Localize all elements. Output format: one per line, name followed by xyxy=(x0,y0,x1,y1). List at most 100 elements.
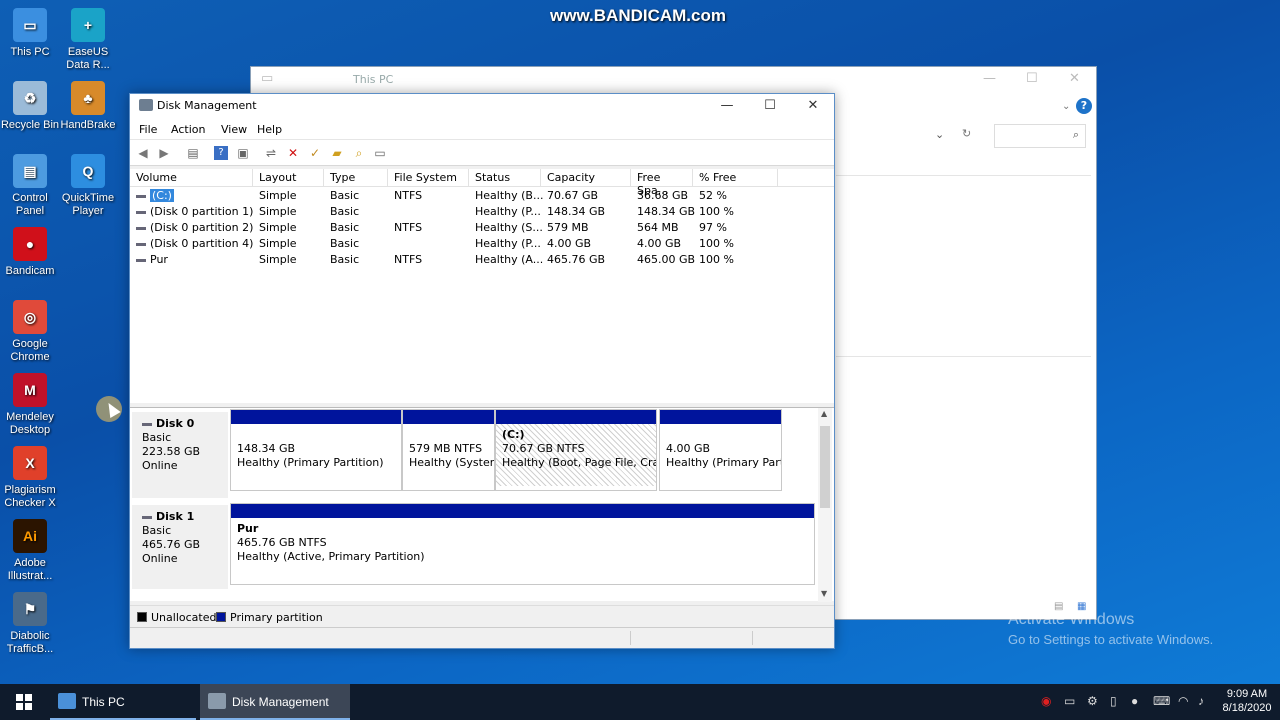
disk-management-window[interactable]: Disk Management — ☐ ✕ File Action View H… xyxy=(129,93,835,649)
menu-file[interactable]: File xyxy=(139,123,157,136)
col-layout[interactable]: Layout xyxy=(253,169,324,187)
menu-help[interactable]: Help xyxy=(257,123,282,136)
desktop-icon[interactable]: ◎ Google Chrome xyxy=(0,300,60,364)
chevron-down-icon[interactable]: ⌄ xyxy=(1062,101,1070,112)
show-hide-icon[interactable]: ▣ xyxy=(236,146,250,160)
search-folder-icon[interactable]: ⌕ xyxy=(352,146,366,160)
minimize-icon[interactable]: — xyxy=(983,71,996,86)
help-icon[interactable]: ? xyxy=(1076,98,1092,114)
partition-details: 579 MB NTFS Healthy (System xyxy=(403,424,494,486)
desktop-icon[interactable]: + EaseUS Data R... xyxy=(58,8,118,72)
desktop-icon[interactable]: ♻ Recycle Bin xyxy=(0,81,60,132)
partition-block[interactable]: 4.00 GB Healthy (Primary Parti xyxy=(659,409,782,491)
cell-pct: 100 % xyxy=(699,253,734,266)
col-type[interactable]: Type xyxy=(324,169,388,187)
partition-bar xyxy=(231,504,814,518)
table-row[interactable]: Pur Simple Basic NTFS Healthy (A... 465.76 GB… xyxy=(130,252,834,268)
cell-layout: Simple xyxy=(259,221,297,234)
col-status[interactable]: Status xyxy=(469,169,541,187)
ribbon: ⌄ xyxy=(836,97,1096,119)
help-icon[interactable]: ? xyxy=(214,146,228,160)
connect-icon[interactable]: ⇌ xyxy=(264,146,278,160)
desktop-icon[interactable]: Q QuickTime Player xyxy=(58,154,118,218)
scrollbar[interactable]: ▲ ▼ xyxy=(818,408,832,602)
scroll-down-icon[interactable]: ▼ xyxy=(821,589,827,598)
scroll-up-icon[interactable]: ▲ xyxy=(821,409,827,418)
table-row[interactable]: (Disk 0 partition 1) Simple Basic Healthy (… xyxy=(130,204,834,220)
usb-icon[interactable]: ▯ xyxy=(1110,694,1117,708)
maximize-icon[interactable]: ☐ xyxy=(1026,71,1038,86)
wifi-icon[interactable]: ◠ xyxy=(1178,694,1188,708)
partition-l2: 148.34 GB xyxy=(237,442,296,455)
table-row[interactable]: (Disk 0 partition 4) Simple Basic Healthy (… xyxy=(130,236,834,252)
partition-block[interactable]: 148.34 GB Healthy (Primary Partition) xyxy=(230,409,402,491)
partition-block[interactable]: 579 MB NTFS Healthy (System xyxy=(402,409,495,491)
taskbar: This PC Disk Management ◉ ▭ ⚙ ▯ ● ⌨ ◠ ♪ … xyxy=(0,684,1280,720)
col-file-system[interactable]: File System xyxy=(388,169,469,187)
properties-icon[interactable]: ▭ xyxy=(373,146,387,160)
partition-block[interactable]: (C:) 70.67 GB NTFS Healthy (Boot, Page Fil… xyxy=(495,409,657,491)
menu-action[interactable]: Action xyxy=(171,123,205,136)
this-pc-titlebar[interactable]: ▭ This PC — ☐ ✕ xyxy=(251,67,1096,93)
desktop-icon-label: Mendeley Desktop xyxy=(6,411,54,436)
scroll-thumb[interactable] xyxy=(820,426,830,508)
table-row[interactable]: (C:) Simple Basic NTFS Healthy (B... 70.67 GB… xyxy=(130,188,834,204)
cell-volume: (C:) xyxy=(136,189,174,202)
partition-details: 148.34 GB Healthy (Primary Partition) xyxy=(231,424,401,486)
chevron-down-icon[interactable]: ⌄ xyxy=(935,128,944,141)
microphone-icon[interactable]: ● xyxy=(1131,694,1138,708)
partition-l3: Healthy (Primary Partition) xyxy=(237,456,384,469)
desktop-icon[interactable]: ♣ HandBrake xyxy=(58,81,118,132)
dm-titlebar[interactable]: Disk Management — ☐ ✕ xyxy=(130,94,834,118)
desktop-icon[interactable]: ● Bandicam xyxy=(0,227,60,278)
partition-block[interactable]: Pur 465.76 GB NTFS Healthy (Active, Primar… xyxy=(230,503,815,585)
partition-bar xyxy=(496,410,656,424)
volume-list[interactable]: Volume Layout Type File System Status Ca… xyxy=(130,169,834,403)
cell-pct: 52 % xyxy=(699,189,727,202)
minimize-button[interactable]: — xyxy=(706,94,748,118)
volume-icon xyxy=(136,226,146,230)
desktop-icon[interactable]: M Mendeley Desktop xyxy=(0,373,60,437)
col-capacity[interactable]: Capacity xyxy=(541,169,631,187)
folder-icon[interactable]: ▰ xyxy=(330,146,344,160)
folder-icon: ▭ xyxy=(261,71,274,86)
taskbar-disk-management[interactable]: Disk Management xyxy=(200,684,350,720)
start-button[interactable] xyxy=(0,684,48,720)
check-icon[interactable]: ✓ xyxy=(308,146,322,160)
close-icon[interactable]: ✕ xyxy=(1069,71,1080,86)
tray-app-icon[interactable]: ▭ xyxy=(1064,694,1075,708)
col-volume[interactable]: Volume xyxy=(130,169,253,187)
table-row[interactable]: (Disk 0 partition 2) Simple Basic NTFS Healt… xyxy=(130,220,834,236)
disk0-state: Online xyxy=(142,459,178,472)
forward-icon[interactable]: ▶ xyxy=(157,146,171,160)
clock[interactable]: 9:09 AM 8/18/2020 xyxy=(1218,687,1276,715)
taskbar-this-pc[interactable]: This PC xyxy=(50,684,196,720)
desktop-icon[interactable]: Ai Adobe Illustrat... xyxy=(0,519,60,583)
delete-icon[interactable]: ✕ xyxy=(286,146,300,160)
back-icon[interactable]: ◀ xyxy=(136,146,150,160)
console-tree-icon[interactable]: ▤ xyxy=(186,146,200,160)
cell-volume: (Disk 0 partition 4) xyxy=(136,237,253,250)
partition-l3: Healthy (Primary Parti xyxy=(666,456,781,469)
desktop-icon[interactable]: ⚑ Diabolic TrafficB... xyxy=(0,592,60,656)
maximize-button[interactable]: ☐ xyxy=(749,94,791,118)
col-percent-free[interactable]: % Free xyxy=(693,169,778,187)
col-free-space[interactable]: Free Spa... xyxy=(631,169,693,197)
disk1-state: Online xyxy=(142,552,178,565)
network-device-icon[interactable]: ⚙ xyxy=(1087,694,1098,708)
input-method-icon[interactable]: ⌨ xyxy=(1153,694,1170,708)
desktop-icon[interactable]: ▤ Control Panel xyxy=(0,154,60,218)
desktop-icon[interactable]: X Plagiarism Checker X xyxy=(0,446,60,510)
volume-icon[interactable]: ♪ xyxy=(1198,694,1204,708)
menu-view[interactable]: View xyxy=(221,123,247,136)
refresh-icon[interactable]: ↻ xyxy=(962,127,971,140)
graphical-view[interactable]: Disk 0 Basic 223.58 GB Online 148.34 GB H… xyxy=(130,407,834,602)
desktop-icon-label: This PC xyxy=(10,46,50,58)
close-button[interactable]: ✕ xyxy=(792,94,834,118)
partition-l1 xyxy=(237,428,401,442)
disk1-info[interactable]: Disk 1 Basic 465.76 GB Online xyxy=(132,505,228,589)
search-input[interactable]: ⌕ xyxy=(994,124,1086,148)
record-icon[interactable]: ◉ xyxy=(1041,694,1051,708)
desktop-icon[interactable]: ▭ This PC xyxy=(0,8,60,59)
disk0-info[interactable]: Disk 0 Basic 223.58 GB Online xyxy=(132,412,228,498)
